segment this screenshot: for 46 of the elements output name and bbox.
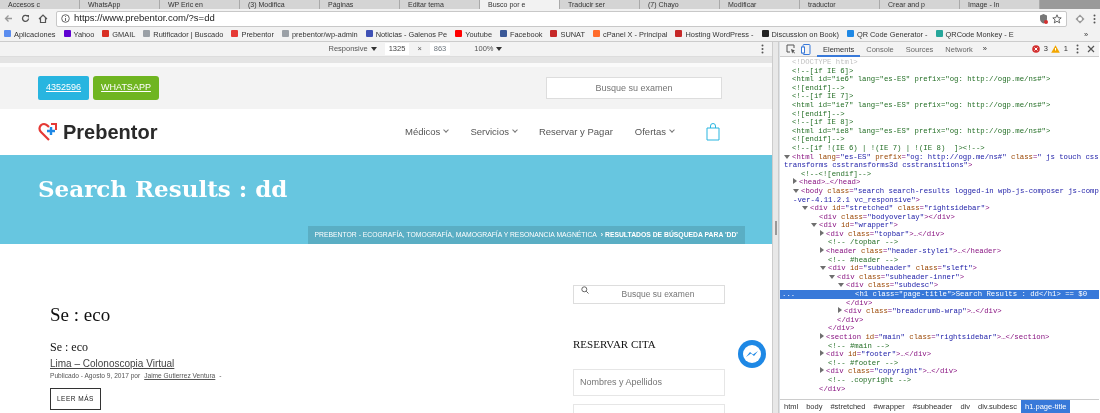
nav-link[interactable]: Médicos — [405, 124, 449, 140]
nav-link[interactable]: Ofertas — [634, 124, 674, 140]
caret-down-icon[interactable] — [793, 188, 799, 193]
inspect-icon[interactable] — [786, 44, 796, 54]
nav-link[interactable]: Servicios — [470, 124, 517, 140]
widget-title: RESERVAR CITA — [573, 337, 657, 352]
address-bar[interactable]: https://www.prebentor.com/?s=dd — [56, 10, 1067, 27]
info-icon — [61, 14, 70, 23]
error-icon[interactable] — [1031, 45, 1040, 53]
caret-right-icon[interactable] — [820, 247, 824, 254]
caret-down-icon[interactable] — [784, 154, 790, 159]
caret-right-icon[interactable] — [820, 350, 824, 357]
post-link[interactable]: Lima – Colonoscopia Virtual — [50, 355, 175, 371]
sidebar-search-field[interactable]: Busque su examen — [573, 284, 725, 304]
shield-icon[interactable] — [1039, 13, 1048, 24]
page-title: Search Results : dd — [38, 175, 289, 203]
search-icon — [581, 286, 589, 294]
caret-right-icon[interactable] — [838, 307, 842, 314]
caret-down-icon[interactable] — [802, 206, 808, 211]
more-vertical-icon[interactable] — [761, 44, 764, 54]
site-logo-text[interactable]: Prebentor — [63, 117, 405, 147]
form-field[interactable]: Nombres y Apellidos — [573, 368, 725, 396]
cross-heart-logo-icon — [38, 122, 60, 142]
more-vertical-icon[interactable] — [1076, 44, 1079, 54]
results-heading: Se : eco — [50, 303, 111, 327]
nav-link[interactable]: Reservar y Pagar — [538, 124, 613, 140]
caret-down-icon[interactable] — [829, 274, 835, 279]
caret-down-icon[interactable] — [811, 223, 817, 228]
post-title[interactable]: Se : eco — [50, 337, 88, 356]
star-icon[interactable] — [1052, 13, 1062, 24]
url-text: https://www.prebentor.com/?s=dd — [74, 11, 216, 26]
caret-right-icon[interactable] — [793, 178, 797, 185]
messenger-icon[interactable] — [737, 339, 767, 369]
home-icon[interactable] — [38, 14, 48, 23]
reload-icon[interactable] — [21, 14, 30, 23]
search-field[interactable]: Busque su examen — [546, 77, 722, 99]
caret-down-icon[interactable] — [820, 266, 826, 271]
extension-icon[interactable] — [1075, 13, 1085, 24]
caret-right-icon[interactable] — [820, 367, 824, 374]
device-icon[interactable] — [801, 43, 811, 55]
caret-right-icon[interactable] — [820, 229, 824, 236]
caret-right-icon[interactable] — [820, 333, 824, 339]
more-vertical-icon[interactable] — [1093, 13, 1096, 24]
back-arrow-icon[interactable] — [4, 14, 13, 23]
close-icon[interactable] — [1087, 45, 1095, 53]
splitter-handle[interactable] — [774, 220, 777, 235]
